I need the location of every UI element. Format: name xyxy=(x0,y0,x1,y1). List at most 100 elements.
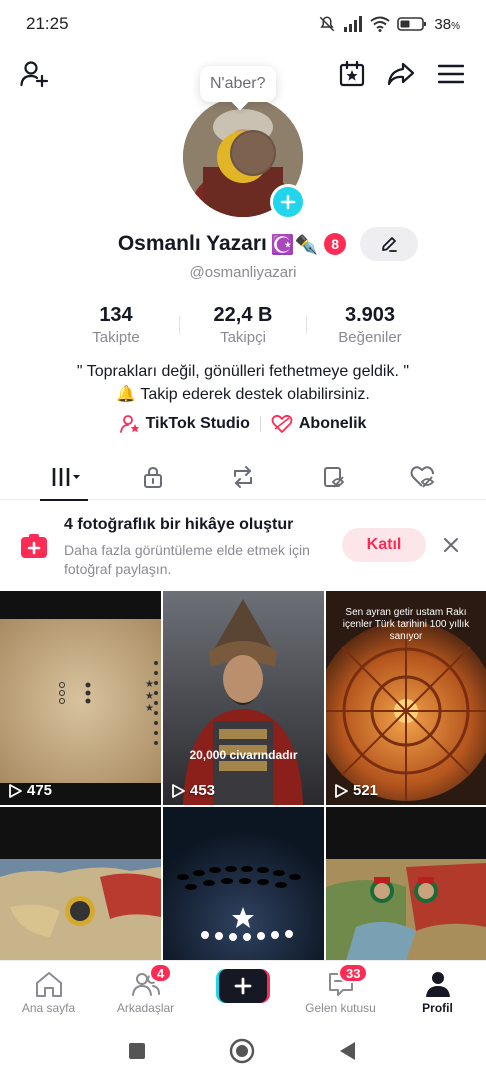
grid-icon xyxy=(52,468,80,486)
add-person-icon xyxy=(20,61,49,88)
close-icon[interactable] xyxy=(440,534,462,556)
view-count: 453 xyxy=(171,782,215,799)
system-navigation xyxy=(0,1022,486,1080)
subscription-link[interactable]: Abonelik xyxy=(271,414,367,434)
svg-text:★: ★ xyxy=(145,691,154,702)
notification-badge[interactable]: 8 xyxy=(324,233,347,255)
video-thumbnail[interactable] xyxy=(163,807,324,961)
bio-line: 🔔 Takip ederek destek olabilirsiniz. xyxy=(116,386,370,403)
bookmark-hidden-icon xyxy=(323,467,344,488)
content-tabs xyxy=(0,454,486,501)
video-caption: Sen ayran getir ustam Rakı içenler Türk … xyxy=(342,607,470,642)
plus-icon xyxy=(280,194,296,210)
stat-following[interactable]: 134 Takipte xyxy=(53,304,179,346)
nav-inbox[interactable]: Gelen kutusu 33 xyxy=(292,961,389,1023)
square-icon xyxy=(129,1043,145,1059)
heart-hidden-icon xyxy=(410,466,434,488)
link-label: Abonelik xyxy=(298,415,367,432)
nav-profile[interactable]: Profil xyxy=(389,961,486,1023)
name-emoji: ☪️✒️ xyxy=(270,233,319,256)
tab-videos[interactable] xyxy=(16,454,113,501)
thumbnail-image xyxy=(163,591,324,805)
video-thumbnail[interactable] xyxy=(326,807,486,961)
stat-value: 22,4 B xyxy=(213,304,273,326)
tab-liked[interactable] xyxy=(374,454,471,500)
home-system-button[interactable] xyxy=(229,1038,255,1064)
share-arrow-icon xyxy=(387,62,415,86)
divider xyxy=(259,416,261,432)
story-prompt-banner: 4 fotoğraflık bir hikâye oluştur Daha fa… xyxy=(0,502,486,590)
profile-icon xyxy=(425,971,450,997)
events-button[interactable] xyxy=(332,54,372,94)
create-button[interactable] xyxy=(216,969,270,1003)
signal-icon xyxy=(344,16,363,32)
profile-stats: 134 Takipte 22,4 B Takipçi 3.903 Beğenil… xyxy=(0,304,486,346)
thumbnail-image xyxy=(163,807,324,961)
thumbnail-image xyxy=(0,807,161,961)
nav-label: Profil xyxy=(422,1000,453,1015)
nav-label: Ana sayfa xyxy=(21,1000,76,1015)
calendar-star-icon xyxy=(339,60,365,87)
back-button[interactable] xyxy=(334,1038,360,1064)
stat-label: Takipte xyxy=(92,329,140,346)
tab-reposts[interactable] xyxy=(194,454,291,500)
profile-links: TikTok Studio Abonelik xyxy=(0,414,486,434)
stat-value: 3.903 xyxy=(344,304,396,326)
stat-label: Beğeniler xyxy=(338,329,402,346)
status-bar: 21:25 38% xyxy=(0,0,486,48)
svg-text:★: ★ xyxy=(145,679,154,690)
thumbnail-image xyxy=(326,807,486,961)
pencil-icon xyxy=(382,237,398,252)
status-bubble[interactable]: N'aber? xyxy=(200,66,276,102)
tab-favorites[interactable] xyxy=(285,454,382,500)
view-count: 475 xyxy=(8,782,52,799)
link-label: TikTok Studio xyxy=(145,415,250,432)
tab-private[interactable] xyxy=(104,454,201,500)
nav-home[interactable]: Ana sayfa xyxy=(0,961,97,1023)
mute-icon xyxy=(320,16,335,32)
profile-bio: " Toprakları değil, gönülleri fethetmeye… xyxy=(0,360,486,406)
svg-text:★: ★ xyxy=(145,703,154,714)
active-tab-indicator xyxy=(40,499,88,501)
join-button[interactable]: Katıl xyxy=(342,528,426,562)
menu-button[interactable] xyxy=(431,54,471,94)
view-count: 521 xyxy=(334,782,378,799)
video-thumbnail[interactable]: Sen ayran getir ustam Rakı içenler Türk … xyxy=(326,591,486,805)
play-icon xyxy=(335,783,348,798)
stat-followers[interactable]: 22,4 B Takipçi xyxy=(180,304,306,346)
story-title: 4 fotoğraflık bir hikâye oluştur xyxy=(64,516,294,533)
stat-value: 134 xyxy=(99,304,133,326)
stat-likes[interactable]: 3.903 Beğeniler xyxy=(307,304,433,346)
heart-gift-icon xyxy=(271,414,293,433)
username: @osmanliyazari xyxy=(189,264,297,281)
bio-line: " Toprakları değil, gönülleri fethetmeye… xyxy=(76,363,410,380)
hamburger-icon xyxy=(438,64,464,84)
home-icon xyxy=(35,971,62,997)
share-button[interactable] xyxy=(381,54,421,94)
photo-story-icon xyxy=(21,534,47,558)
nav-label: Arkadaşlar xyxy=(116,1000,175,1015)
story-subtitle: Daha fazla görüntüleme elde etmek için f… xyxy=(64,542,310,577)
add-story-button[interactable] xyxy=(270,184,306,220)
back-triangle-icon xyxy=(340,1042,355,1060)
lock-icon xyxy=(143,466,162,488)
recents-button[interactable] xyxy=(124,1038,150,1064)
video-caption: 20,000 civarındadır xyxy=(189,748,298,762)
video-thumbnail[interactable]: ★ ★ ★ 475 xyxy=(0,591,161,805)
inbox-badge: 33 xyxy=(338,963,369,983)
tiktok-studio-link[interactable]: TikTok Studio xyxy=(119,414,250,434)
video-thumbnail[interactable] xyxy=(0,807,161,961)
battery-level: 38% xyxy=(434,15,460,33)
profile-name-row: Osmanlı Yazarı ☪️✒️ 8 xyxy=(0,226,486,262)
nav-friends[interactable]: Arkadaşlar 4 xyxy=(97,961,194,1023)
edit-profile-button[interactable] xyxy=(360,227,419,261)
nav-label: Gelen kutusu xyxy=(305,1000,376,1015)
plus-icon xyxy=(234,977,252,995)
stat-label: Takipçi xyxy=(220,329,266,346)
video-thumbnail[interactable]: 20,000 civarındadır 453 xyxy=(163,591,324,805)
wifi-icon xyxy=(370,16,391,32)
friends-badge: 4 xyxy=(149,963,173,983)
status-time: 21:25 xyxy=(26,14,69,33)
add-friend-button[interactable] xyxy=(14,54,54,94)
thumbnail-image: ★★★ xyxy=(0,591,161,805)
